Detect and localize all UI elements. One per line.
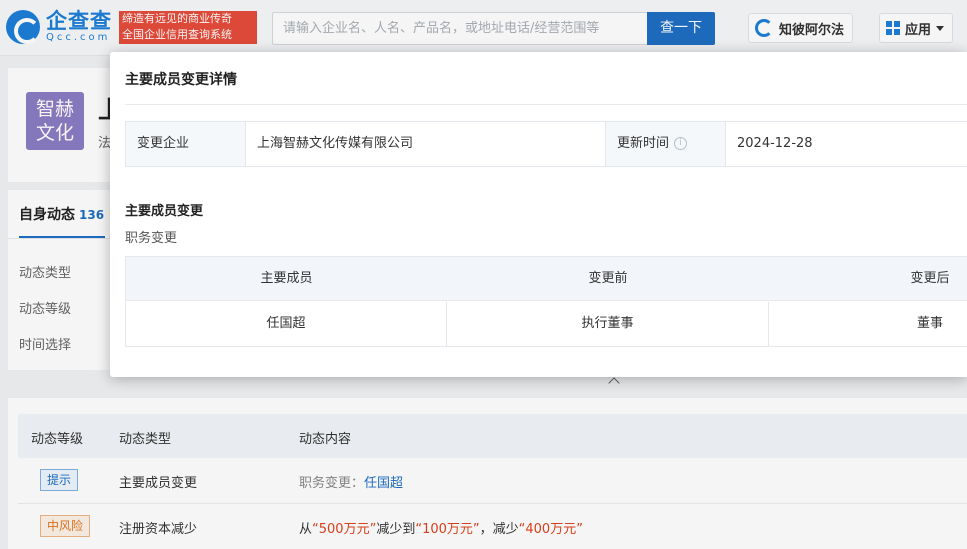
info-icon[interactable]: i — [674, 137, 688, 150]
company-link[interactable]: 上海智赫文化传媒有限公司 — [246, 122, 606, 166]
position-after: 董事 — [916, 316, 943, 331]
section-title: 主要成员变更 — [125, 204, 204, 219]
col-before: 变更前 — [588, 271, 628, 286]
member-change-table: 主要成员 变更前 变更后 任国超 执行董事 董事 — [125, 256, 967, 347]
update-time-value: 2024-12-28 — [737, 136, 813, 151]
modal-title: 主要成员变更详情 — [125, 72, 237, 88]
company-label: 变更企业 — [126, 122, 246, 166]
col-after: 变更后 — [910, 271, 950, 286]
update-time-label: 更新时间 i — [606, 122, 726, 166]
change-table-header: 主要成员 变更前 变更后 — [126, 257, 967, 301]
modal-divider — [125, 104, 967, 105]
member-name-link[interactable]: 任国超 — [126, 302, 447, 346]
change-info-table: 变更企业 上海智赫文化传媒有限公司 更新时间 i 2024-12-28 — [125, 121, 967, 167]
section-subtitle: 职务变更 — [125, 231, 178, 246]
position-before: 执行董事 — [447, 302, 769, 346]
col-member: 主要成员 — [260, 271, 313, 286]
member-change-detail-modal: 主要成员变更详情 变更企业 上海智赫文化传媒有限公司 更新时间 i 2024-12… — [110, 52, 967, 377]
